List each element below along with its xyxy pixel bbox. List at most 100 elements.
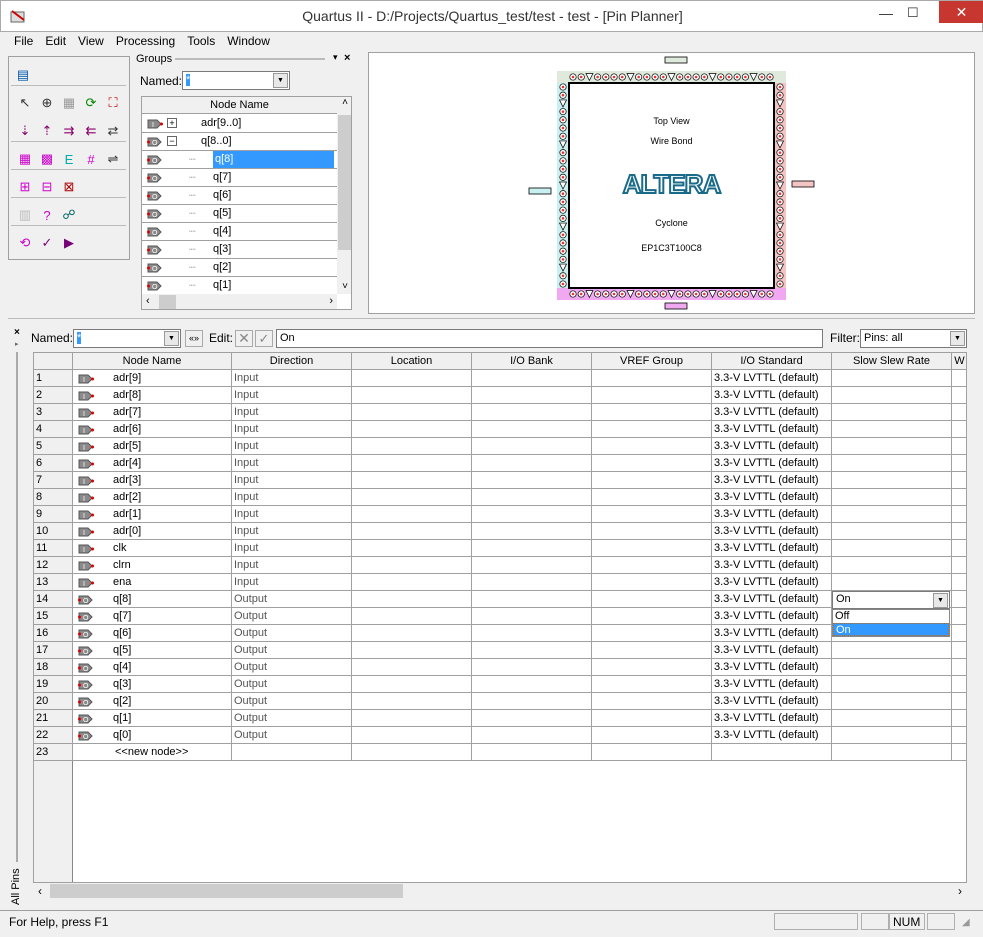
vref-group-cell[interactable] xyxy=(592,710,712,727)
io-standard-cell[interactable]: 3.3-V LVTTL (default) xyxy=(712,693,832,710)
panel-menu-icon[interactable]: ▾ xyxy=(333,52,338,63)
chip-view[interactable]: Top View Wire Bond ALTERA Cyclone EP1C3T100C… xyxy=(368,52,975,314)
node-name-cell[interactable]: Oq[1] xyxy=(73,710,232,727)
location-cell[interactable] xyxy=(352,506,472,523)
location-cell[interactable] xyxy=(352,625,472,642)
node-name-cell[interactable]: Oq[7] xyxy=(73,608,232,625)
w-cell[interactable] xyxy=(952,540,966,557)
binoculars-icon[interactable]: ☍ xyxy=(59,205,79,225)
vref-group-cell[interactable] xyxy=(592,693,712,710)
io-standard-cell[interactable]: 3.3-V LVTTL (default) xyxy=(712,455,832,472)
option-off[interactable]: Off xyxy=(833,610,949,623)
location-cell[interactable] xyxy=(352,472,472,489)
menu-file[interactable]: File xyxy=(8,32,39,50)
slow-slew-rate-cell[interactable] xyxy=(832,540,952,557)
menu-view[interactable]: View xyxy=(72,32,110,50)
io-standard-cell[interactable]: 3.3-V LVTTL (default) xyxy=(712,472,832,489)
io-standard-cell[interactable] xyxy=(712,744,832,761)
w-cell[interactable] xyxy=(952,370,966,387)
group-item[interactable]: O ┈ q[4] xyxy=(142,223,337,241)
groups-named-input[interactable]: * ▼ xyxy=(182,71,290,90)
direction-cell[interactable]: Output xyxy=(232,642,352,659)
io-standard-cell[interactable]: 3.3-V LVTTL (default) xyxy=(712,370,832,387)
io-standard-cell[interactable]: 3.3-V LVTTL (default) xyxy=(712,574,832,591)
location-cell[interactable] xyxy=(352,438,472,455)
direction-cell[interactable]: Input xyxy=(232,574,352,591)
direction-cell[interactable]: Input xyxy=(232,489,352,506)
reverse-icon[interactable]: ⇇ xyxy=(81,121,101,141)
node-name-cell[interactable]: Oq[0] xyxy=(73,727,232,744)
vref-group-cell[interactable] xyxy=(592,608,712,625)
cycle-icon[interactable]: ⟲ xyxy=(15,233,35,253)
zoom-icon[interactable]: ⊕ xyxy=(37,93,57,113)
w-cell[interactable] xyxy=(952,438,966,455)
w-cell[interactable] xyxy=(952,421,966,438)
diff-pin-icon[interactable]: ⇄ xyxy=(103,121,123,141)
menu-edit[interactable]: Edit xyxy=(39,32,72,50)
column-header-slow-slew-rate[interactable]: Slow Slew Rate xyxy=(832,353,952,370)
slow-slew-rate-cell[interactable] xyxy=(832,693,952,710)
io-standard-cell[interactable]: 3.3-V LVTTL (default) xyxy=(712,387,832,404)
w-cell[interactable] xyxy=(952,608,966,625)
slow-slew-rate-cell[interactable] xyxy=(832,710,952,727)
w-cell[interactable] xyxy=(952,625,966,642)
minimize-button[interactable]: — xyxy=(879,5,899,21)
chevron-down-icon[interactable]: ▼ xyxy=(164,331,179,346)
io-bank-cell[interactable] xyxy=(472,472,592,489)
column-header-row-number[interactable] xyxy=(34,353,73,370)
output-pin-icon[interactable]: ⇡ xyxy=(37,121,57,141)
bidir-icon[interactable]: ⇉ xyxy=(59,121,79,141)
expand-toggle[interactable]: + xyxy=(167,118,177,128)
io-bank-cell[interactable] xyxy=(472,421,592,438)
io-bank-cell[interactable] xyxy=(472,676,592,693)
w-cell[interactable] xyxy=(952,710,966,727)
direction-cell[interactable]: Output xyxy=(232,591,352,608)
group-item[interactable]: O ┈ q[7] xyxy=(142,169,337,187)
node-name-cell[interactable]: Iadr[2] xyxy=(73,489,232,506)
io-standard-cell[interactable]: 3.3-V LVTTL (default) xyxy=(712,625,832,642)
vref-group-cell[interactable] xyxy=(592,659,712,676)
node-name-cell[interactable]: Oq[8] xyxy=(73,591,232,608)
expand-toggle[interactable]: − xyxy=(167,136,177,146)
chevron-down-icon[interactable]: ▼ xyxy=(933,593,948,608)
vref-group-cell[interactable] xyxy=(592,523,712,540)
slow-slew-rate-cell[interactable] xyxy=(832,472,952,489)
chip-package-diagram[interactable]: Top View Wire Bond ALTERA Cyclone EP1C3T100C… xyxy=(369,53,976,315)
w-cell[interactable] xyxy=(952,404,966,421)
column-header-io-standard[interactable]: I/O Standard xyxy=(712,353,832,370)
fit-icon[interactable]: ⛶ xyxy=(103,93,123,113)
maximize-button[interactable]: ☐ xyxy=(907,5,927,21)
slow-slew-rate-cell[interactable] xyxy=(832,557,952,574)
vref-group-cell[interactable] xyxy=(592,370,712,387)
io-bank-cell[interactable] xyxy=(472,625,592,642)
direction-cell[interactable]: Output xyxy=(232,693,352,710)
vref-group-cell[interactable] xyxy=(592,421,712,438)
grid-icon[interactable]: ▦ xyxy=(59,93,79,113)
location-cell[interactable] xyxy=(352,574,472,591)
slow-slew-rate-cell[interactable] xyxy=(832,676,952,693)
io-standard-cell[interactable]: 3.3-V LVTTL (default) xyxy=(712,710,832,727)
slow-slew-rate-cell[interactable] xyxy=(832,387,952,404)
direction-cell[interactable] xyxy=(232,744,352,761)
io-bank-cell[interactable] xyxy=(472,591,592,608)
location-cell[interactable] xyxy=(352,659,472,676)
io-bank-cell[interactable] xyxy=(472,659,592,676)
direction-cell[interactable]: Input xyxy=(232,540,352,557)
node-name-cell[interactable]: Iadr[7] xyxy=(73,404,232,421)
io-bank-cell[interactable] xyxy=(472,557,592,574)
node-name-cell[interactable]: Iadr[5] xyxy=(73,438,232,455)
vref-group-cell[interactable] xyxy=(592,676,712,693)
node-name-cell[interactable]: Iclrn xyxy=(73,557,232,574)
io-standard-cell[interactable]: 3.3-V LVTTL (default) xyxy=(712,506,832,523)
pad-icon[interactable]: # xyxy=(81,149,101,169)
group-item[interactable]: O ┈ q[1] xyxy=(142,277,337,295)
io-bank-cell[interactable] xyxy=(472,523,592,540)
direction-cell[interactable]: Output xyxy=(232,727,352,744)
location-cell[interactable] xyxy=(352,591,472,608)
hierarchy2-icon[interactable]: ⊟ xyxy=(37,177,57,197)
io-bank-cell[interactable] xyxy=(472,438,592,455)
flag-icon[interactable]: ▶ xyxy=(59,233,79,253)
column-header-node-name[interactable]: Node Name xyxy=(73,353,232,370)
horizontal-scrollbar[interactable]: ‹ › xyxy=(33,883,967,900)
io-bank-cell[interactable] xyxy=(472,387,592,404)
